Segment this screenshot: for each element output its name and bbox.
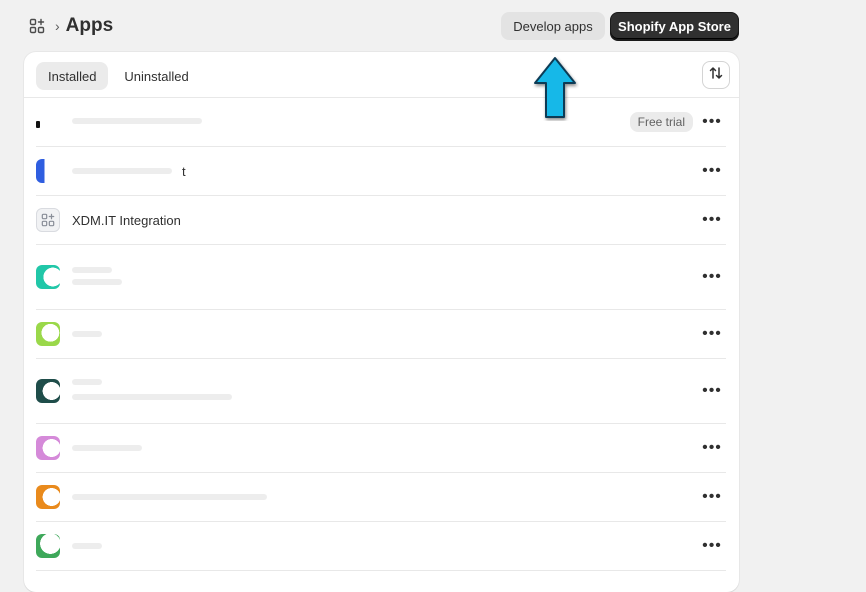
app-row[interactable]: ••• xyxy=(36,473,726,522)
app-name-redacted xyxy=(72,118,202,124)
app-description-redacted xyxy=(72,394,232,400)
app-name-redacted xyxy=(72,267,112,273)
app-icon xyxy=(36,485,60,509)
app-name-redacted xyxy=(72,445,142,451)
tab-installed[interactable]: Installed xyxy=(36,62,109,90)
app-name: XDM.IT Integration xyxy=(72,213,181,228)
sort-arrows-icon xyxy=(708,65,724,86)
app-row[interactable]: ••• xyxy=(36,310,726,359)
more-actions-button[interactable]: ••• xyxy=(700,208,724,232)
app-icon xyxy=(36,534,60,558)
status-badge: Free trial xyxy=(629,112,693,132)
app-description-redacted xyxy=(72,279,122,285)
apps-card: Installed Uninstalled Free trial ••• t •… xyxy=(24,52,739,592)
annotation-arrow-icon xyxy=(531,55,579,121)
app-icon xyxy=(36,322,60,346)
app-name-redacted xyxy=(72,494,267,500)
more-actions-button[interactable]: ••• xyxy=(700,265,724,289)
app-icon xyxy=(36,121,40,128)
app-icon xyxy=(36,208,60,232)
app-name: t xyxy=(182,164,186,179)
tab-uninstalled[interactable]: Uninstalled xyxy=(112,62,200,90)
more-actions-button[interactable]: ••• xyxy=(700,110,724,134)
more-actions-button[interactable]: ••• xyxy=(700,379,724,403)
app-name-redacted xyxy=(72,331,102,337)
app-icon xyxy=(36,436,60,460)
app-row[interactable]: XDM.IT Integration ••• xyxy=(36,196,726,245)
app-row[interactable]: ••• xyxy=(36,359,726,424)
app-list: Free trial ••• t ••• XDM.IT Integration … xyxy=(36,98,726,571)
app-row[interactable]: ••• xyxy=(36,245,726,310)
more-actions-button[interactable]: ••• xyxy=(700,159,724,183)
apps-grid-icon xyxy=(41,213,55,227)
app-icon xyxy=(36,265,60,289)
apps-grid-icon[interactable] xyxy=(29,18,45,34)
app-row[interactable]: Free trial ••• xyxy=(36,98,726,147)
app-name-redacted xyxy=(72,168,172,174)
page-title: Apps xyxy=(65,15,114,36)
app-icon xyxy=(36,379,60,403)
page-header: › Apps Develop apps Shopify App Store xyxy=(0,0,866,52)
sort-button[interactable] xyxy=(702,61,730,89)
app-name-redacted xyxy=(72,379,102,385)
app-row[interactable]: ••• xyxy=(36,522,726,571)
chevron-right-icon: › xyxy=(55,18,60,34)
more-actions-button[interactable]: ••• xyxy=(700,322,724,346)
develop-apps-button[interactable]: Develop apps xyxy=(501,12,605,40)
app-row[interactable]: t ••• xyxy=(36,147,726,196)
more-actions-button[interactable]: ••• xyxy=(700,485,724,509)
app-row[interactable]: ••• xyxy=(36,424,726,473)
app-name-redacted xyxy=(72,543,102,549)
tab-list: Installed Uninstalled xyxy=(36,62,201,90)
breadcrumb: › Apps xyxy=(29,14,113,38)
shopify-app-store-button[interactable]: Shopify App Store xyxy=(610,12,739,40)
app-icon xyxy=(36,159,60,183)
more-actions-button[interactable]: ••• xyxy=(700,534,724,558)
more-actions-button[interactable]: ••• xyxy=(700,436,724,460)
